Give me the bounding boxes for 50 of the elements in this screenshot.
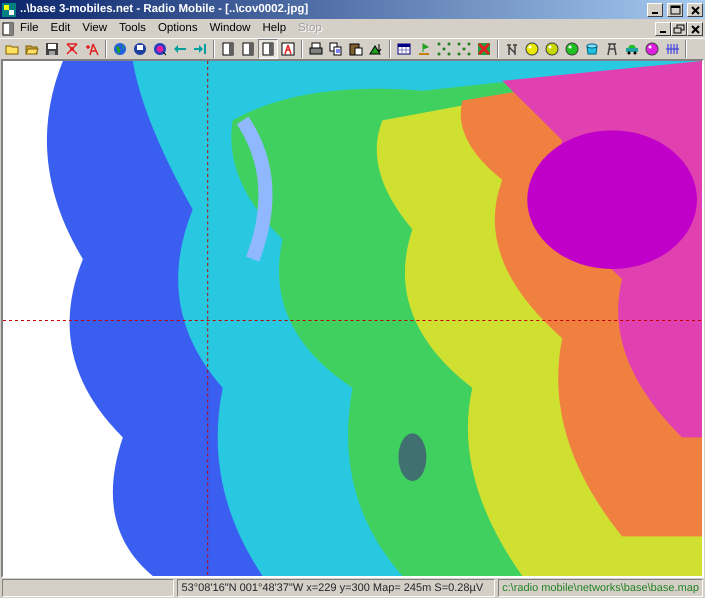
page-icon xyxy=(261,42,275,56)
car-icon xyxy=(625,42,639,56)
disk-icon xyxy=(133,42,147,56)
copy-icon xyxy=(329,42,343,56)
tree-icon xyxy=(417,42,431,56)
dots-icon xyxy=(457,42,471,56)
minimize-button[interactable] xyxy=(647,2,663,16)
page-icon xyxy=(221,42,235,56)
menu-item[interactable]: Window xyxy=(204,20,256,38)
globe-icon xyxy=(113,42,127,56)
close-button[interactable] xyxy=(687,2,703,16)
status-text: c:\radio mobile\networks\base\base.map xyxy=(498,579,703,597)
maximize-button[interactable] xyxy=(667,2,683,16)
circle-icon xyxy=(565,42,579,56)
figure-icon xyxy=(281,42,295,56)
window-title: ..\base 3-mobiles.net - Radio Mobile - [..\cov0002.jpg] xyxy=(20,2,310,17)
menu-item[interactable]: Help xyxy=(256,20,292,38)
maximize-icon xyxy=(669,4,681,14)
menu-item[interactable]: Options xyxy=(152,20,204,38)
save-icon xyxy=(45,42,59,56)
arrow-to-line-icon xyxy=(193,42,207,56)
target-icon xyxy=(153,42,167,56)
dots-icon xyxy=(437,42,451,56)
restore-icon xyxy=(673,24,685,34)
close-icon xyxy=(689,4,701,14)
status-text: 53°08'16"N 001°48'37"W x=229 y=300 Map= 245m S=0.28µV xyxy=(177,579,496,597)
menu-item[interactable]: View xyxy=(76,20,114,38)
cup-icon xyxy=(585,42,599,56)
close-button[interactable] xyxy=(687,22,703,36)
circle-icon xyxy=(525,42,539,56)
circle-icon xyxy=(645,42,659,56)
printer-icon xyxy=(309,42,323,56)
document-icon xyxy=(2,22,14,36)
minimize-icon xyxy=(660,30,666,32)
export-icon xyxy=(369,42,383,56)
menu-item[interactable]: Tools xyxy=(113,20,152,38)
clipboard-icon xyxy=(349,42,363,56)
page-icon xyxy=(241,42,255,56)
menu-item[interactable]: Edit xyxy=(44,20,76,38)
menu-item[interactable]: File xyxy=(14,20,45,38)
bars-icon xyxy=(665,42,679,56)
minimize-button[interactable] xyxy=(655,22,671,36)
circle-icon xyxy=(545,42,559,56)
restore-button[interactable] xyxy=(671,22,687,36)
toolbar-button[interactable] xyxy=(258,39,278,59)
minimize-icon xyxy=(652,12,658,14)
close-icon xyxy=(689,24,701,34)
table-icon xyxy=(397,42,411,56)
app-icon xyxy=(2,2,16,16)
cross-icon xyxy=(477,42,491,56)
